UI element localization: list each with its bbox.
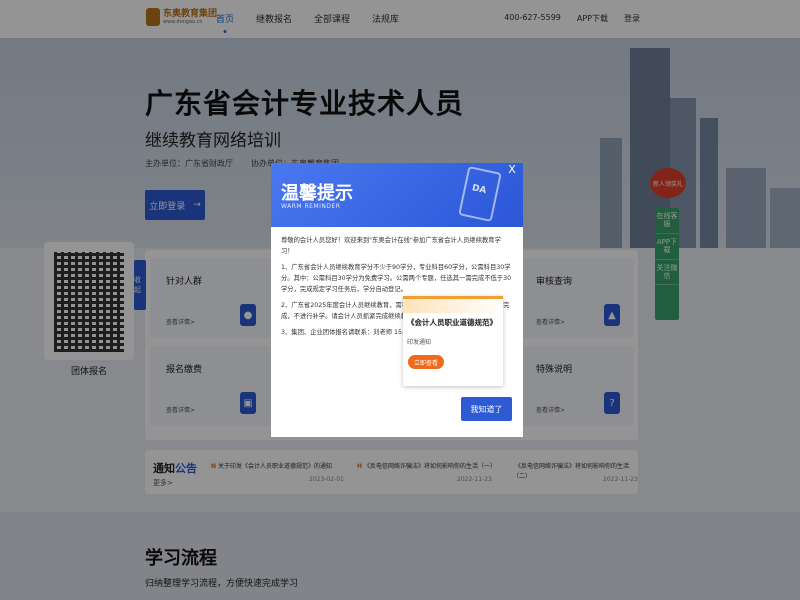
popup-title: 《会计人员职业道德规范》 <box>407 318 497 327</box>
got-it-button[interactable]: 我知道了 <box>461 397 512 421</box>
dialog-title-en: WARM REMINDER <box>281 203 341 210</box>
dialog-paragraph-1: 1、广东省会计人员继续教育学分不少于90学分，专业科目60学分，公需科目30学分… <box>281 264 512 294</box>
document-illustration-icon: DA <box>458 166 502 222</box>
popup-glow <box>403 299 503 313</box>
close-icon[interactable]: X <box>504 163 520 181</box>
popup-subtitle: 印发通知 <box>407 339 432 346</box>
dialog-greeting: 尊敬的会计人员您好！欢迎来到"东奥会计在线"参加广东省会计人员继续教育学习！ <box>281 237 501 256</box>
dialog-header: DA 温馨提示 WARM REMINDER X <box>271 163 523 227</box>
view-now-button[interactable]: 立即查看 <box>408 355 444 369</box>
deco-text: DA <box>470 183 488 197</box>
dialog-title: 温馨提示 <box>281 183 353 204</box>
ethics-notice-popup: 《会计人员职业道德规范》 印发通知 立即查看 <box>403 296 503 386</box>
